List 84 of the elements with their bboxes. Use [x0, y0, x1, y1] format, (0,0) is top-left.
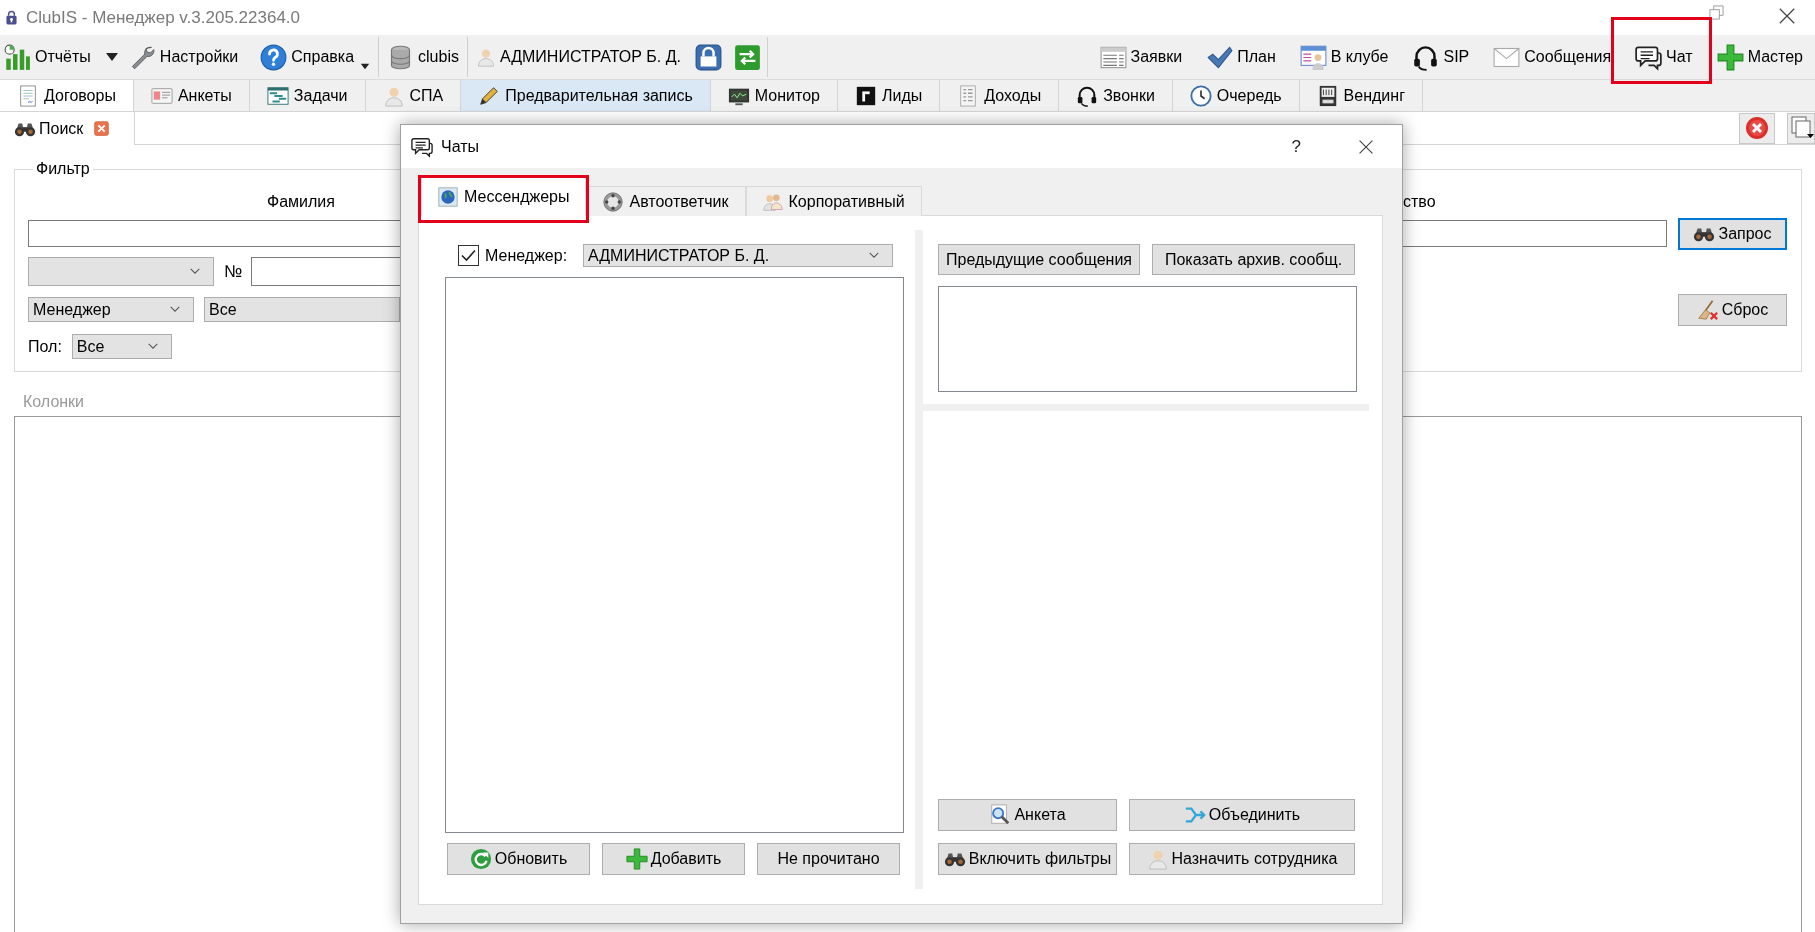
- toolbar-button[interactable]: Настройки: [126, 38, 241, 76]
- windows-icon: [1791, 116, 1815, 140]
- globe-icon: [438, 186, 458, 207]
- field-label: ство: [1403, 192, 1436, 212]
- lock-icon[interactable]: [695, 43, 722, 71]
- tab[interactable]: Автоответчик: [586, 186, 746, 216]
- document-icon: [17, 84, 39, 107]
- help-icon: [260, 43, 288, 71]
- message-area[interactable]: [938, 286, 1357, 392]
- input-field[interactable]: [251, 257, 400, 286]
- chevron-down-icon: [169, 305, 181, 314]
- close-icon: [1745, 116, 1769, 140]
- broom-icon: [1696, 298, 1719, 321]
- toolbar-button[interactable]: В клубе: [1297, 38, 1391, 76]
- input-field[interactable]: [28, 220, 400, 247]
- tab[interactable]: Мессенджеры: [421, 176, 587, 216]
- headset-icon: [1076, 84, 1099, 107]
- chevron-down-icon: [146, 342, 159, 351]
- toolbar-button[interactable]: Заявки: [1097, 38, 1185, 76]
- query-button[interactable]: Запрос: [1678, 217, 1787, 250]
- dialog-title: Чаты: [441, 137, 480, 156]
- arrows-icon[interactable]: [734, 43, 761, 71]
- merge-icon: [1183, 804, 1206, 826]
- tab[interactable]: Корпоративный: [745, 186, 922, 216]
- tile-icon: [854, 84, 877, 107]
- archive-button[interactable]: Показать архив. сообщ.: [1152, 244, 1355, 275]
- field-label: Фамилия: [267, 192, 335, 212]
- add-button[interactable]: Добавить: [602, 843, 745, 875]
- close-icon[interactable]: [1358, 138, 1374, 155]
- headset-icon: [1412, 43, 1440, 71]
- caret-icon: [360, 63, 371, 70]
- refresh-icon: [469, 848, 492, 870]
- group-title: Фильтр: [35, 160, 91, 178]
- chat-icon: [411, 135, 433, 158]
- field-label: Пол:: [28, 337, 62, 356]
- group-title: Колонки: [23, 392, 85, 412]
- toolbar-button[interactable]: АДМИНИСТРАТОР Б. Д.: [473, 38, 683, 76]
- toolbar-button[interactable]: SIP: [1410, 38, 1472, 76]
- bar-chart-icon: [4, 43, 31, 71]
- dropdown[interactable]: Менеджер: [28, 297, 194, 322]
- tab[interactable]: Поиск: [0, 112, 135, 145]
- dropdown[interactable]: АДМИНИСТРАТОР Б. Д.: [583, 244, 894, 267]
- toolbar-button[interactable]: План: [1204, 38, 1278, 76]
- merge-button[interactable]: Объединить: [1129, 799, 1355, 831]
- dropdown[interactable]: Все: [204, 297, 400, 322]
- window-title: ClubIS - Менеджер v.3.205.22364.0: [26, 7, 300, 28]
- dial-icon: [603, 191, 624, 212]
- previous-messages-button[interactable]: Предыдущие сообщения: [938, 244, 1140, 275]
- restore-icon[interactable]: [1709, 5, 1724, 20]
- plus-icon: [1716, 43, 1744, 71]
- field-label: Менеджер:: [485, 246, 568, 265]
- magnifier-icon: [989, 804, 1012, 826]
- help-button[interactable]: ?: [1289, 136, 1303, 157]
- chevron-down-icon: [868, 251, 881, 260]
- gantt-icon: [266, 84, 289, 107]
- reset-button[interactable]: Сброс: [1678, 293, 1787, 326]
- person-icon: [1146, 848, 1169, 870]
- dropdown-caret-icon[interactable]: [104, 52, 119, 62]
- checkbox[interactable]: [458, 245, 479, 266]
- close-button[interactable]: [1739, 112, 1775, 144]
- assign-button[interactable]: Назначить сотрудника: [1129, 843, 1355, 875]
- toolbar-button[interactable]: clubis: [385, 38, 461, 76]
- tab[interactable]: Договоры: [0, 80, 134, 111]
- input-field[interactable]: [1403, 220, 1667, 247]
- toolbar-button[interactable]: Справка: [258, 38, 373, 76]
- refresh-button[interactable]: Обновить: [447, 843, 590, 875]
- tab[interactable]: Предварительная запись: [461, 80, 711, 111]
- plus-icon: [625, 848, 648, 870]
- person-card-icon: [1299, 43, 1327, 71]
- chevron-down-icon: [189, 267, 201, 276]
- windows-button[interactable]: [1787, 112, 1815, 144]
- filters-button[interactable]: Включить фильтры: [938, 843, 1117, 875]
- close-icon[interactable]: [1778, 6, 1796, 25]
- toolbar-button[interactable]: Мастер: [1714, 38, 1805, 76]
- dropdown[interactable]: Все: [71, 334, 172, 359]
- field-label: №: [224, 261, 243, 282]
- unread-button[interactable]: Не прочитано: [757, 843, 900, 875]
- profile-button[interactable]: Анкета: [938, 799, 1117, 831]
- toolbar-button[interactable]: Чат: [1611, 17, 1712, 84]
- toolbar-button[interactable]: Сообщения: [1491, 38, 1614, 76]
- toolbar-button[interactable]: Отчёты: [2, 38, 93, 76]
- clock-icon: [1189, 84, 1212, 107]
- pencil-icon: [478, 84, 501, 107]
- padlock-icon: [5, 9, 18, 26]
